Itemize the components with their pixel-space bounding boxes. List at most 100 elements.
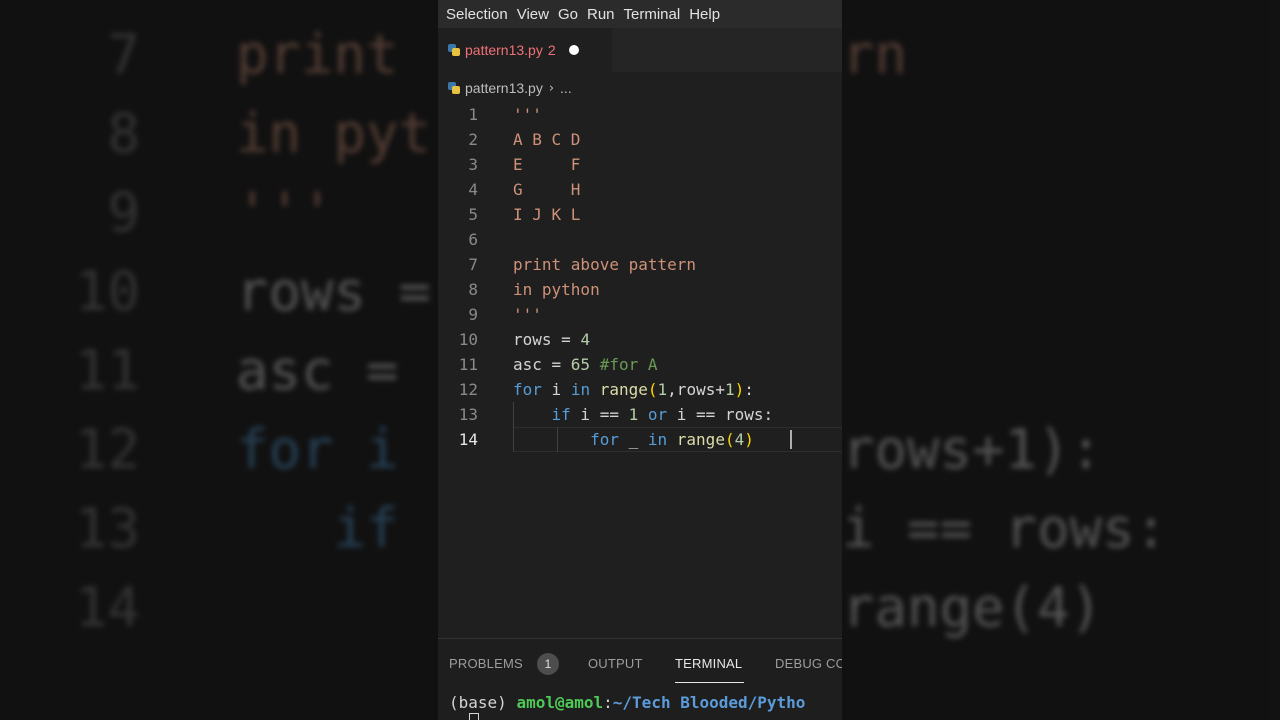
code-line[interactable]: 5 I J K L	[438, 202, 842, 227]
breadcrumb-more[interactable]: ...	[560, 80, 572, 96]
code-token: G H	[513, 180, 581, 199]
terminal-prompt[interactable]: (base) amol@amol:~/Tech Blooded/Pytho	[438, 691, 842, 715]
line-number: 12	[458, 380, 478, 399]
code-line[interactable]: 11 asc = 65 #for A	[438, 352, 842, 377]
code-token: E F	[513, 155, 581, 174]
problems-badge: 1	[537, 653, 559, 675]
code-token: or	[647, 405, 668, 424]
code-text: asc = 65 #for A	[513, 352, 658, 377]
code-token: i	[541, 380, 571, 399]
tab-terminal[interactable]: TERMINAL	[675, 656, 742, 671]
code-token: in	[570, 380, 591, 399]
code-text: in python	[513, 277, 600, 302]
code-token: 1	[657, 380, 668, 399]
code-line[interactable]: 1 '''	[438, 102, 842, 127]
active-tab-indicator	[675, 682, 744, 683]
code-line[interactable]: 6	[438, 227, 842, 252]
terminal-cursor	[469, 713, 479, 720]
code-token: i == rows:	[667, 405, 774, 424]
unsaved-dot-icon[interactable]	[568, 45, 579, 55]
terminal-env: (base)	[449, 693, 517, 712]
menu-help[interactable]: Help	[689, 6, 720, 23]
code-token: '''	[513, 105, 542, 124]
menu-terminal[interactable]: Terminal	[624, 6, 681, 23]
breadcrumb: pattern13.py › ...	[438, 76, 842, 100]
menu-go[interactable]: Go	[558, 6, 578, 23]
line-number: 3	[468, 155, 478, 174]
code-token: #for A	[599, 355, 658, 374]
code-token: for	[513, 380, 542, 399]
code-token: in python	[513, 280, 600, 299]
line-number: 9	[468, 305, 478, 324]
menu-view[interactable]: View	[517, 6, 549, 23]
menu-run[interactable]: Run	[587, 6, 615, 23]
tab-output[interactable]: OUTPUT	[588, 656, 643, 671]
line-number: 5	[468, 205, 478, 224]
tab-problems-count: 2	[547, 42, 556, 58]
code-line[interactable]: 10 rows = 4	[438, 327, 842, 352]
indent-guide	[513, 402, 514, 452]
code-token: if	[551, 405, 571, 424]
code-line[interactable]: 14 for _ in range(4)	[438, 427, 842, 452]
code-token: )	[734, 380, 745, 399]
terminal-colon: :	[603, 693, 613, 712]
line-number: 7	[468, 255, 478, 274]
terminal-path: ~/Tech Blooded/Pytho	[612, 693, 806, 712]
code-line[interactable]: 3 E F	[438, 152, 842, 177]
code-line[interactable]: 12 for i in range(1,rows+1):	[438, 377, 842, 402]
tab-problems[interactable]: PROBLEMS	[449, 656, 523, 671]
code-line[interactable]: 7 print above pattern	[438, 252, 842, 277]
code-token: )	[744, 430, 754, 449]
line-number: 6	[468, 230, 478, 249]
code-token: 1	[724, 380, 735, 399]
code-token: range	[599, 380, 648, 399]
line-number: 1	[468, 105, 478, 124]
code-text: for i in range(1,rows+1):	[513, 377, 754, 402]
breadcrumb-file[interactable]: pattern13.py	[465, 80, 543, 96]
line-number: 10	[458, 330, 478, 349]
code-token: (	[724, 430, 735, 449]
code-token: A B C D	[513, 130, 581, 149]
code-text: E F	[513, 152, 580, 177]
code-token: 1	[628, 405, 639, 424]
code-line[interactable]: 8 in python	[438, 277, 842, 302]
line-number: 8	[468, 280, 478, 299]
bottom-panel: PROBLEMS 1 OUTPUT TERMINAL DEBUG CO (bas…	[438, 638, 842, 720]
code-token: asc =	[513, 355, 571, 374]
vscode-window: Selection View Go Run Terminal Help pattern13…	[438, 0, 842, 720]
code-token: (	[647, 380, 658, 399]
code-token: 65	[570, 355, 591, 374]
menu-bar: Selection View Go Run Terminal Help	[438, 0, 842, 28]
python-file-icon	[448, 82, 460, 94]
code-editor[interactable]: 1 ''' 2 A B C D 3 E F 4 G H 5 I J K L 6 7 print abov…	[438, 100, 842, 640]
line-number: 14	[458, 430, 478, 449]
code-line[interactable]: 4 G H	[438, 177, 842, 202]
code-line[interactable]: 9 '''	[438, 302, 842, 327]
code-token: in	[647, 430, 668, 449]
line-number: 2	[468, 130, 478, 149]
code-token: print above pattern	[513, 255, 697, 274]
menu-selection[interactable]: Selection	[446, 6, 508, 23]
chevron-right-icon: ›	[548, 80, 555, 96]
code-token: 4	[580, 330, 591, 349]
code-text: I J K L	[513, 202, 580, 227]
code-line[interactable]: 13 if i == 1 or i == rows:	[438, 402, 842, 427]
code-token: for	[590, 430, 619, 449]
code-token: _	[618, 430, 648, 449]
code-line[interactable]: 2 A B C D	[438, 127, 842, 152]
text-cursor	[790, 430, 792, 449]
code-token: i ==	[570, 405, 629, 424]
line-number: 11	[458, 355, 478, 374]
code-text: rows = 4	[513, 327, 590, 352]
code-text: '''	[513, 102, 542, 127]
code-token: :	[744, 380, 754, 399]
tab-debug-console[interactable]: DEBUG CO	[775, 656, 842, 671]
python-file-icon	[448, 44, 460, 56]
tab-pattern13[interactable]: pattern13.py 2	[438, 28, 612, 72]
